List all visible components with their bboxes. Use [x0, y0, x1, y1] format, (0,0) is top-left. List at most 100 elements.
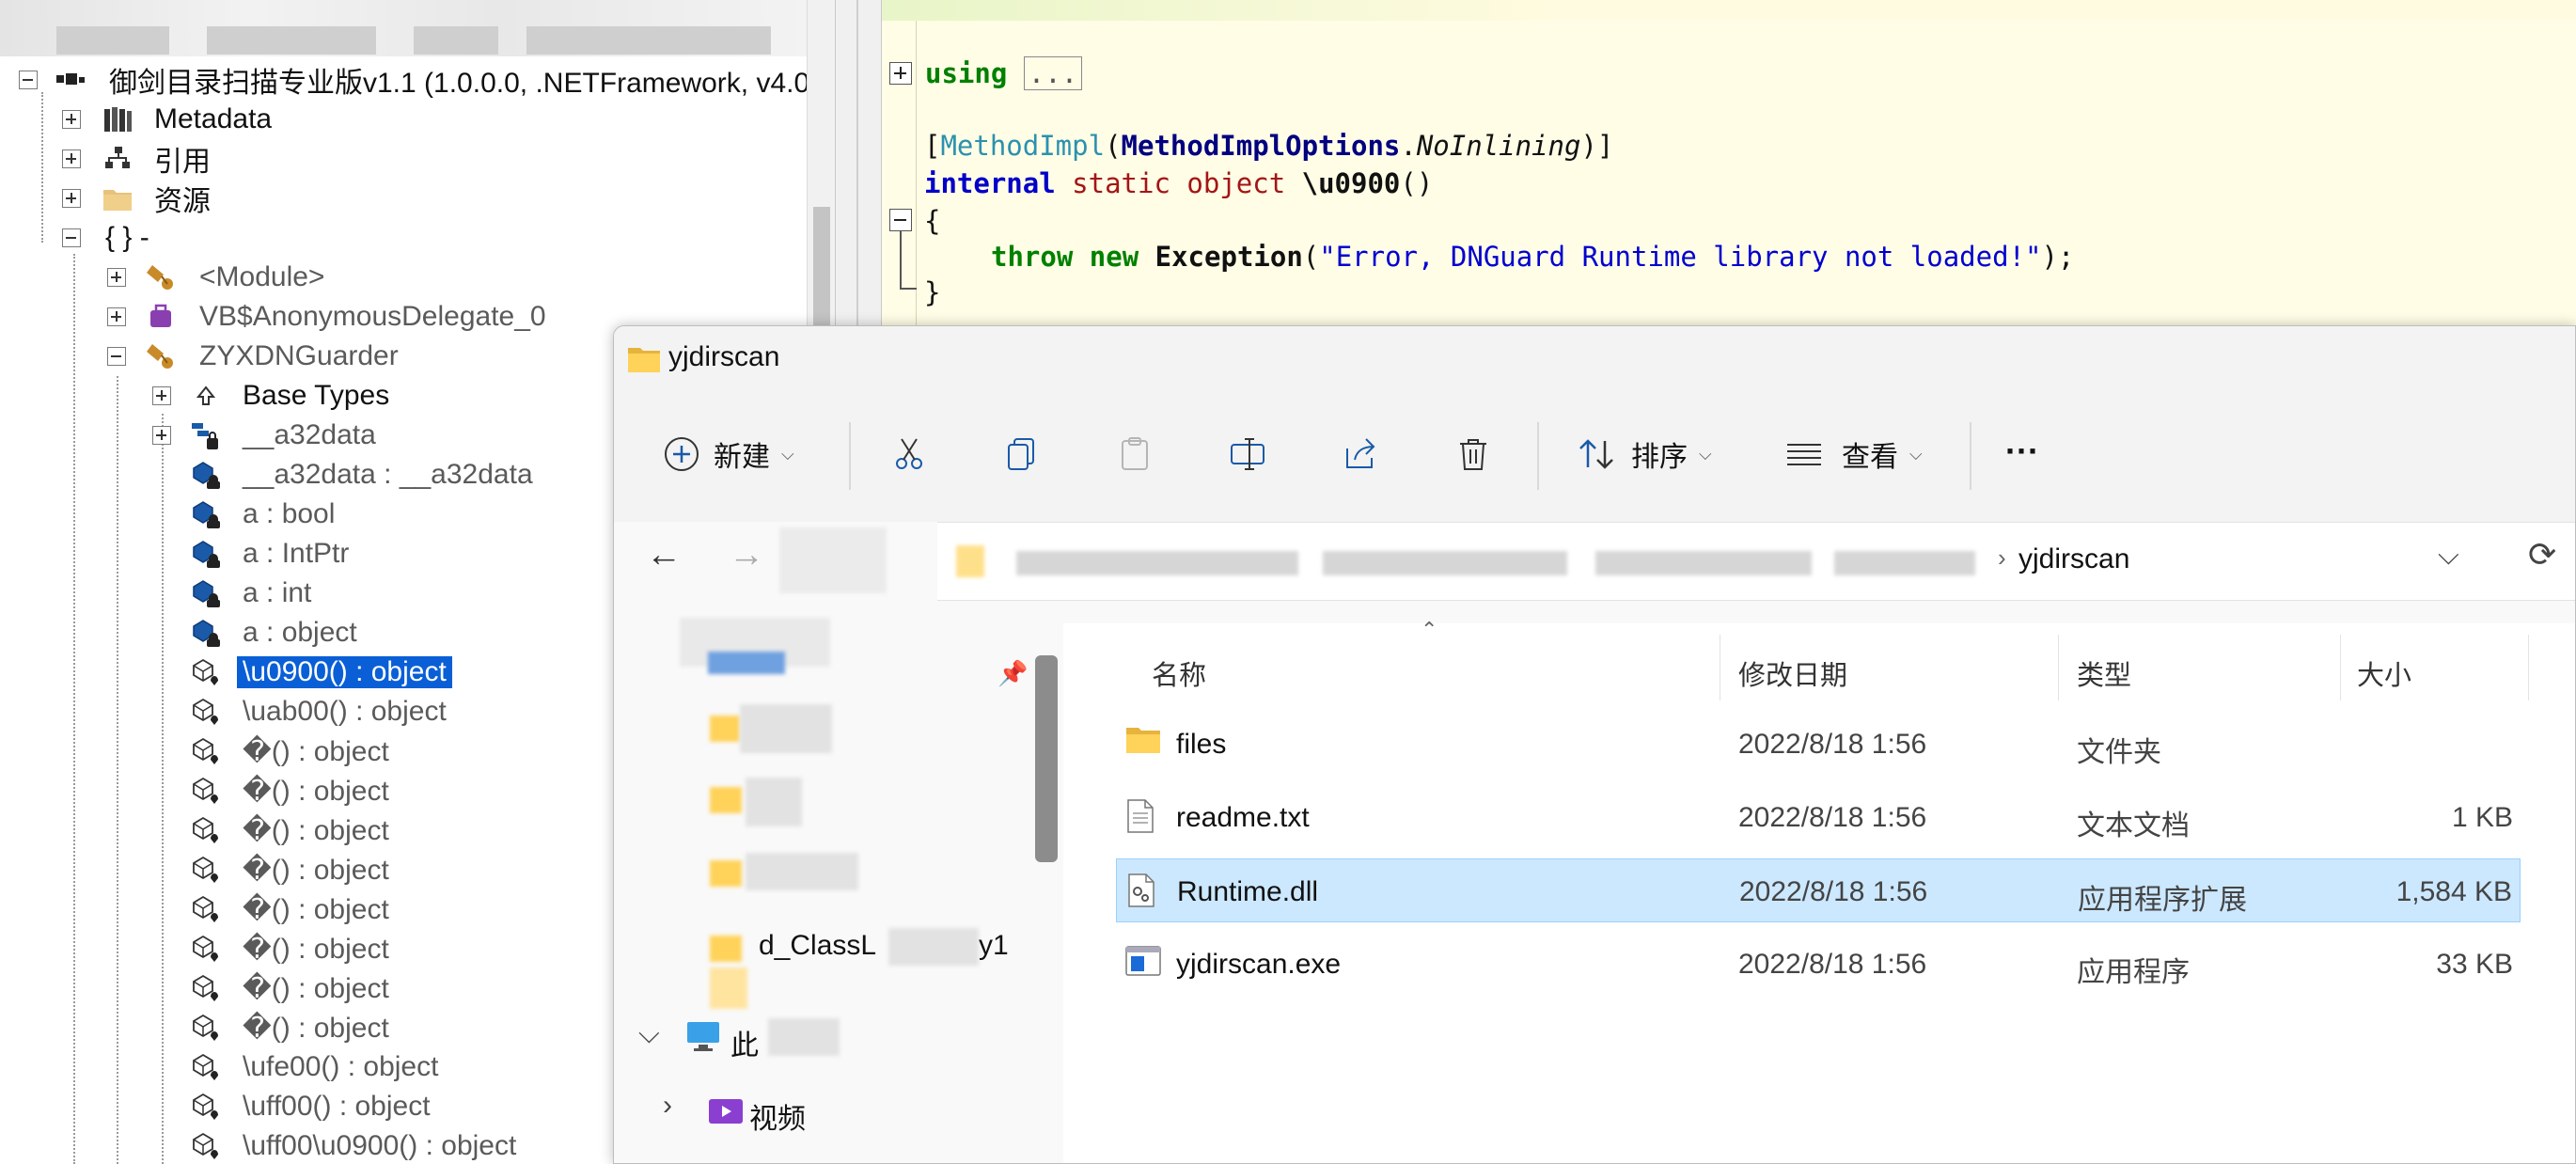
file-date: 2022/8/18 1:56: [1738, 729, 1927, 760]
address-bar-row: ← → › yjdirscan ⌵ ⟳: [614, 522, 2575, 635]
collapse-toggle[interactable]: [62, 228, 81, 247]
method-icon: [193, 777, 218, 804]
tree-node-module[interactable]: <Module>: [0, 258, 809, 297]
forward-arrow-icon[interactable]: →: [729, 535, 764, 575]
file-type: 应用程序扩展: [2078, 885, 2247, 916]
refresh-icon[interactable]: ⟳: [2528, 535, 2556, 574]
text-file-icon: [1125, 798, 1155, 842]
field-icon: [193, 501, 220, 528]
column-header-name[interactable]: 名称: [1152, 653, 1206, 693]
nav-item-videos[interactable]: 视频: [749, 1095, 806, 1137]
videos-icon: [709, 1099, 743, 1124]
command-bar: 新建 ⌵ 排序 ⌵ 查看 ⌵ ···: [614, 392, 2575, 522]
collapse-toggle[interactable]: [107, 347, 126, 366]
field-icon: [193, 580, 220, 607]
column-header-type[interactable]: 类型: [2077, 653, 2131, 693]
expand-toggle[interactable]: [152, 386, 171, 405]
code-view: using ... [MethodImpl(MethodImplOptions.…: [882, 0, 2576, 338]
tree-node-metadata[interactable]: Metadata: [0, 100, 809, 139]
file-explorer-window: yjdirscan 新建 ⌵ 排序 ⌵ 查看 ⌵ ··· ← → › yjdir…: [613, 325, 2576, 1164]
file-type: 文件夹: [2077, 737, 2161, 768]
tree-node-label: \ufe00() : object: [243, 1051, 439, 1082]
assembly-icon: [56, 73, 85, 85]
code-line-throw: throw new Exception("Error, DNGuard Runt…: [991, 241, 2075, 273]
paste-icon[interactable]: [1116, 435, 1154, 473]
file-row[interactable]: yjdirscan.exe 2022/8/18 1:56 应用程序 33 KB: [1116, 932, 2521, 996]
column-header-date[interactable]: 修改日期: [1738, 653, 1847, 693]
file-row[interactable]: files 2022/8/18 1:56 文件夹: [1116, 712, 2521, 776]
tree-node-label: a : bool: [243, 498, 336, 529]
view-button[interactable]: 查看 ⌵: [1785, 433, 1923, 475]
tree-node-namespace[interactable]: { } -: [0, 218, 809, 258]
title-bar[interactable]: yjdirscan: [614, 326, 2575, 392]
file-size: 1,584 KB: [2395, 876, 2512, 907]
address-dropdown-icon[interactable]: ⌵: [2438, 540, 2459, 572]
nav-item-label[interactable]: d_ClassL: [759, 930, 876, 962]
method-icon: [193, 1132, 218, 1159]
expand-toggle[interactable]: [62, 149, 81, 168]
collapsed-region[interactable]: ...: [1023, 56, 1083, 90]
delete-icon[interactable]: [1454, 435, 1492, 473]
file-type: 应用程序: [2077, 957, 2190, 988]
expand-toggle[interactable]: [107, 307, 126, 326]
sort-button[interactable]: 排序 ⌵: [1577, 433, 1712, 475]
pin-icon[interactable]: 📌: [997, 659, 1028, 688]
sort-icon: [1579, 439, 1613, 469]
expand-toggle[interactable]: [107, 268, 126, 287]
window-title: yjdirscan: [668, 341, 780, 372]
chevron-down-icon: ⌵: [1699, 444, 1712, 464]
expand-toggle[interactable]: [62, 189, 81, 208]
tree-node-label: �() : object: [243, 814, 389, 846]
file-row[interactable]: Runtime.dll 2022/8/18 1:56 应用程序扩展 1,584 KB: [1116, 858, 2521, 922]
method-icon: [193, 658, 218, 685]
new-button[interactable]: 新建 ⌵: [663, 433, 794, 475]
tree-node-label: 资源: [154, 186, 211, 217]
tree-node-label: __a32data: [243, 419, 376, 450]
tree-node-label: 御剑目录扫描专业版v1.1 (1.0.0.0, .NETFramework, v…: [109, 68, 810, 99]
collapse-toggle[interactable]: [19, 71, 38, 89]
method-icon: [193, 856, 218, 883]
file-date: 2022/8/18 1:56: [1738, 802, 1927, 833]
exe-file-icon: [1125, 945, 1161, 984]
breadcrumb-current[interactable]: yjdirscan: [2018, 543, 2129, 575]
scrollbar-thumb[interactable]: [813, 207, 830, 329]
delegate-icon: [150, 304, 171, 327]
back-arrow-icon[interactable]: ←: [646, 535, 682, 575]
nav-item-this-pc[interactable]: 此: [730, 1022, 759, 1063]
method-icon: [193, 935, 218, 962]
class-icon: [147, 265, 173, 290]
method-icon: [193, 1014, 218, 1041]
field-icon: [193, 620, 220, 647]
navigation-pane: 📌 d_ClassL y1 ⌵ 此 › 视频: [614, 618, 1061, 1163]
file-date: 2022/8/18 1:56: [1738, 949, 1927, 980]
expand-chevron-icon[interactable]: ›: [663, 1090, 672, 1122]
address-field[interactable]: › yjdirscan ⌵: [937, 522, 2575, 601]
nav-item-label[interactable]: y1: [979, 930, 1009, 962]
tree-node-resources[interactable]: 资源: [0, 179, 809, 218]
copy-icon[interactable]: [1003, 435, 1041, 473]
chevron-down-icon: ⌵: [1909, 444, 1923, 464]
column-header-size[interactable]: 大小: [2357, 653, 2411, 693]
list-view-icon: [1787, 444, 1821, 465]
expand-fold-icon[interactable]: [889, 62, 912, 85]
cut-icon[interactable]: [890, 435, 928, 473]
expand-toggle[interactable]: [62, 110, 81, 129]
rename-icon[interactable]: [1229, 435, 1266, 473]
tree-node-label: a : IntPtr: [243, 538, 350, 569]
file-size: 33 KB: [2436, 949, 2513, 980]
more-options-icon[interactable]: ···: [2005, 432, 2039, 471]
file-name: yjdirscan.exe: [1176, 949, 1342, 980]
this-pc-icon: [687, 1022, 719, 1051]
expand-chevron-icon[interactable]: ⌵: [638, 1018, 660, 1050]
share-icon[interactable]: [1342, 435, 1379, 473]
file-row[interactable]: readme.txt 2022/8/18 1:56 文本文档 1 KB: [1116, 785, 2521, 849]
tree-node-assembly[interactable]: 御剑目录扫描专业版v1.1 (1.0.0.0, .NETFramework, v…: [0, 60, 809, 100]
collapse-fold-icon[interactable]: [889, 209, 912, 231]
tree-node-references[interactable]: 引用: [0, 139, 809, 179]
nav-pane-scrollbar[interactable]: [1035, 655, 1058, 862]
expand-toggle[interactable]: [152, 426, 171, 445]
file-size: 1 KB: [2451, 802, 2513, 833]
tree-node-label: \uff00\u0900() : object: [243, 1130, 517, 1161]
code-line-attribute: [MethodImpl(MethodImplOptions.NoInlining…: [924, 130, 1614, 162]
method-icon: [193, 698, 218, 725]
